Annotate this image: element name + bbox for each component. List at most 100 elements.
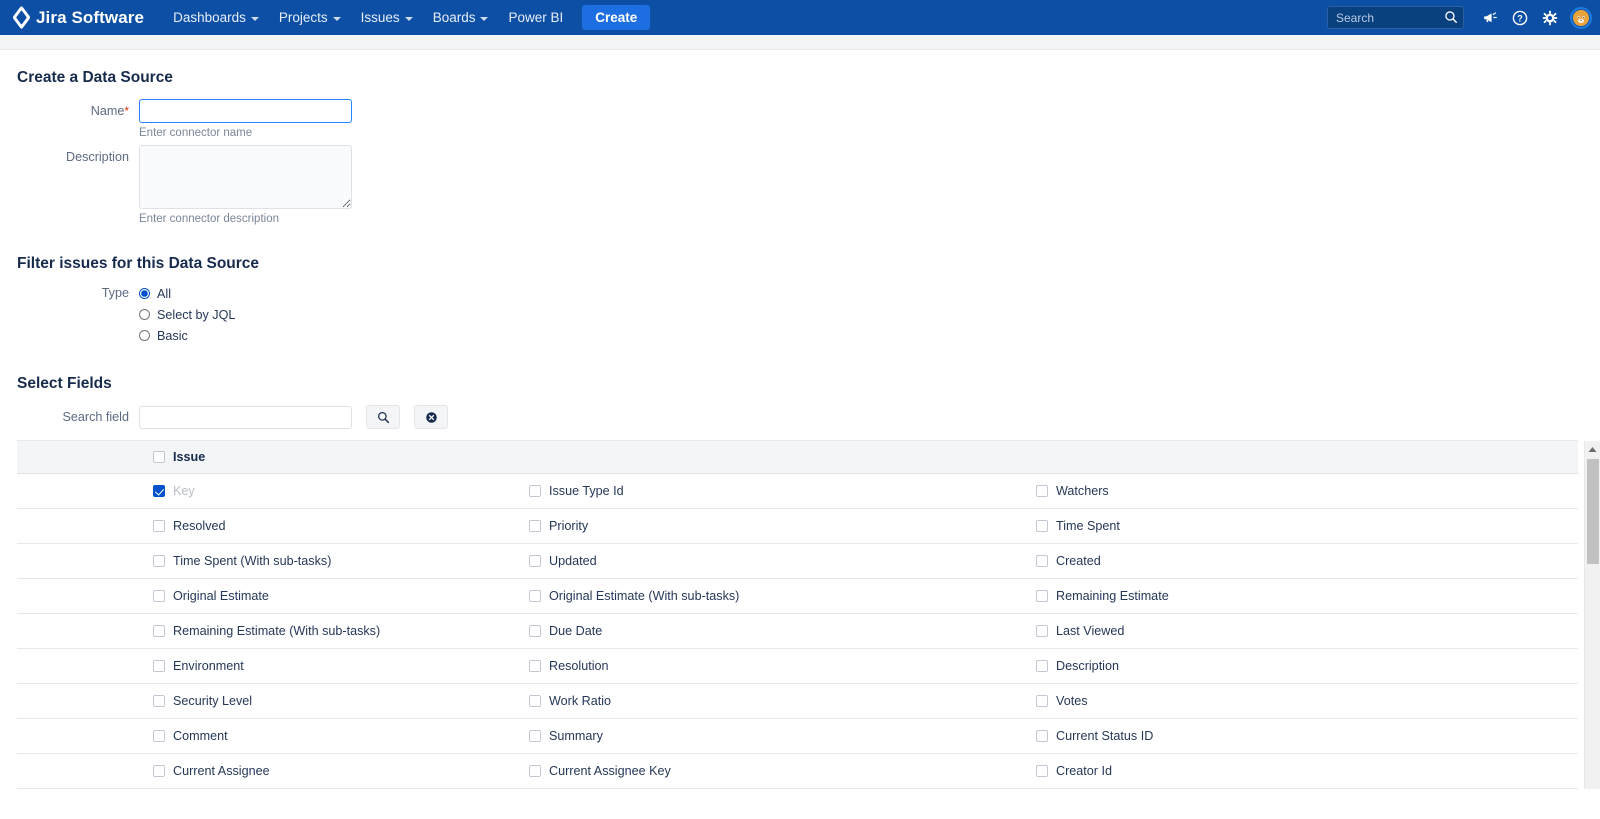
field-search-button[interactable] xyxy=(366,405,400,429)
radio-jql-input[interactable] xyxy=(139,309,150,320)
field-checkbox[interactable] xyxy=(529,590,541,602)
field-label: Last Viewed xyxy=(1056,624,1125,638)
field-cell: Summary xyxy=(524,729,1031,743)
fields-table: Issue Key Issue Type Id Watchers Resolved Pr… xyxy=(17,440,1600,789)
field-label: Creator Id xyxy=(1056,764,1112,778)
search-input[interactable] xyxy=(1327,6,1464,29)
field-label: Comment xyxy=(173,729,228,743)
create-button[interactable]: Create xyxy=(582,5,651,30)
nav-item-boards[interactable]: Boards xyxy=(424,5,498,30)
nav-item-projects[interactable]: Projects xyxy=(270,5,350,30)
field-cell: Security Level xyxy=(17,694,524,708)
radio-all-label[interactable]: All xyxy=(157,287,171,301)
field-checkbox[interactable] xyxy=(529,485,541,497)
field-label: Current Status ID xyxy=(1056,729,1154,743)
help-icon[interactable]: ? xyxy=(1506,4,1534,32)
field-checkbox[interactable] xyxy=(153,695,165,707)
nav-item-issues[interactable]: Issues xyxy=(352,5,422,30)
nav-item-dashboards[interactable]: Dashboards xyxy=(164,5,268,30)
field-cell: Resolved xyxy=(17,519,524,533)
field-checkbox[interactable] xyxy=(1036,555,1048,567)
description-field-column: Enter connector description xyxy=(139,145,352,225)
table-scrollbar[interactable] xyxy=(1584,441,1600,789)
jira-diamond-logo xyxy=(12,5,31,30)
field-checkbox[interactable] xyxy=(153,730,165,742)
field-checkbox[interactable] xyxy=(153,765,165,777)
field-checkbox[interactable] xyxy=(153,625,165,637)
field-cell: Due Date xyxy=(524,624,1031,638)
clear-circle-icon xyxy=(425,411,437,423)
field-checkbox[interactable] xyxy=(153,590,165,602)
field-label: Original Estimate xyxy=(173,589,269,603)
field-cell: Priority xyxy=(524,519,1031,533)
field-checkbox[interactable] xyxy=(529,730,541,742)
field-checkbox[interactable] xyxy=(1036,695,1048,707)
field-cell: Issue Type Id xyxy=(524,484,1031,498)
field-cell: Watchers xyxy=(1031,484,1538,498)
field-label: Updated xyxy=(549,554,597,568)
description-label: Description xyxy=(66,150,129,164)
field-checkbox[interactable] xyxy=(153,660,165,672)
field-label: Security Level xyxy=(173,694,253,708)
field-checkbox[interactable] xyxy=(1036,765,1048,777)
radio-jql-label[interactable]: Select by JQL xyxy=(157,308,235,322)
field-checkbox[interactable] xyxy=(529,520,541,532)
chevron-down-icon xyxy=(480,16,489,21)
field-clear-button[interactable] xyxy=(414,405,448,429)
field-checkbox[interactable] xyxy=(529,625,541,637)
field-checkbox[interactable] xyxy=(529,555,541,567)
nav-item-label: Boards xyxy=(432,10,476,25)
field-label: Created xyxy=(1056,554,1101,568)
gear-icon[interactable] xyxy=(1536,4,1564,32)
field-checkbox[interactable] xyxy=(1036,590,1048,602)
field-checkbox[interactable] xyxy=(153,520,165,532)
radio-basic-label[interactable]: Basic xyxy=(157,329,188,343)
nav-item-power-bi[interactable]: Power BI xyxy=(499,5,572,30)
field-checkbox[interactable] xyxy=(1036,520,1048,532)
name-label-text: Name xyxy=(90,104,125,118)
field-label: Issue Type Id xyxy=(549,484,624,498)
field-checkbox[interactable] xyxy=(1036,485,1048,497)
radio-option-basic[interactable]: Basic xyxy=(139,325,235,346)
group-label: Issue xyxy=(173,450,206,464)
filter-section-title: Filter issues for this Data Source xyxy=(17,255,260,272)
field-label: Remaining Estimate (With sub-tasks) xyxy=(173,624,381,638)
radio-option-jql[interactable]: Select by JQL xyxy=(139,304,235,325)
field-checkbox[interactable] xyxy=(529,660,541,672)
field-checkbox[interactable] xyxy=(529,695,541,707)
field-cell: Current Assignee Key xyxy=(524,764,1031,778)
field-checkbox[interactable] xyxy=(529,765,541,777)
type-radio-group: All Select by JQL Basic xyxy=(139,283,235,346)
jira-brand[interactable]: Jira Software xyxy=(12,5,144,30)
radio-option-all[interactable]: All xyxy=(139,283,235,304)
field-checkbox[interactable] xyxy=(153,485,165,497)
chevron-down-icon xyxy=(332,16,341,21)
field-search-input[interactable] xyxy=(139,405,352,429)
megaphone-icon[interactable] xyxy=(1476,4,1504,32)
field-label: Description xyxy=(1056,659,1119,673)
field-label: Current Assignee Key xyxy=(549,764,671,778)
description-textarea[interactable] xyxy=(139,145,352,209)
field-label: Resolution xyxy=(549,659,609,673)
scrollbar-up-arrow-icon[interactable] xyxy=(1585,441,1600,458)
group-checkbox-issue[interactable] xyxy=(153,451,165,463)
field-label: Summary xyxy=(549,729,603,743)
field-label: Remaining Estimate xyxy=(1056,589,1169,603)
field-label: Work Ratio xyxy=(549,694,612,708)
field-checkbox[interactable] xyxy=(1036,625,1048,637)
field-label: Original Estimate (With sub-tasks) xyxy=(549,589,740,603)
scrollbar-thumb[interactable] xyxy=(1587,459,1599,564)
avatar[interactable] xyxy=(1570,6,1592,29)
description-form-row: Description Enter connector description xyxy=(17,145,1600,225)
radio-basic-input[interactable] xyxy=(139,330,150,341)
field-checkbox[interactable] xyxy=(1036,660,1048,672)
field-checkbox[interactable] xyxy=(1036,730,1048,742)
field-checkbox[interactable] xyxy=(153,555,165,567)
field-label: Resolved xyxy=(173,519,226,533)
table-row: Security Level Work Ratio Votes xyxy=(17,684,1578,719)
field-search-row: Search field xyxy=(17,405,1600,429)
name-input[interactable] xyxy=(139,99,352,123)
radio-all-input[interactable] xyxy=(139,288,150,299)
field-cell: Created xyxy=(1031,554,1538,568)
field-label: Watchers xyxy=(1056,484,1109,498)
